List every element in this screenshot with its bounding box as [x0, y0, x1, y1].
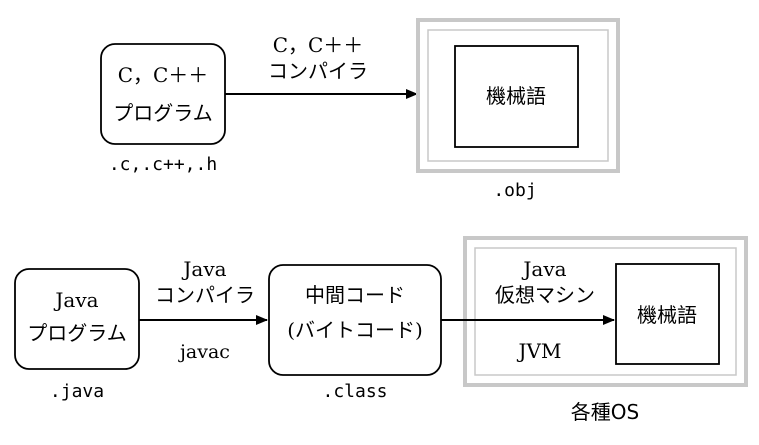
os-label: 各種OS — [571, 400, 639, 424]
c-compiler-label-line2: コンパイラ — [268, 59, 368, 83]
javac-command-label: javac — [178, 341, 230, 363]
class-extension: .class — [322, 381, 387, 402]
java-compiler-label-line2: コンパイラ — [155, 283, 255, 307]
c-program-label-line2: プログラム — [113, 101, 212, 125]
java-program-label-line1: Java — [53, 288, 98, 312]
jvm-label-line1: Java — [521, 257, 566, 281]
c-program-box — [100, 43, 226, 145]
c-program-label-line1: C，C＋＋ — [118, 63, 209, 87]
c-compiler-label-line1: C，C＋＋ — [273, 33, 364, 57]
java-program-box — [14, 268, 140, 370]
jvm-label-line2: 仮想マシン — [495, 283, 595, 307]
intermediate-code-label-line1: 中間コード — [305, 283, 405, 307]
jvm-abbreviation: JVM — [517, 339, 562, 363]
obj-extension: .obj — [493, 180, 536, 201]
intermediate-code-label-line2: (バイトコード) — [287, 318, 423, 342]
java-program-label-line2: プログラム — [27, 321, 126, 345]
c-machine-code-label: 機械語 — [486, 84, 546, 108]
c-source-extensions: .c,.c++,.h — [109, 154, 217, 175]
java-machine-code-label: 機械語 — [637, 303, 697, 327]
compilation-diagram: C，C＋＋ プログラム .c,.c++,.h C，C＋＋ コンパイラ 機械語 .… — [14, 18, 748, 424]
java-compiler-label-line1: Java — [181, 257, 226, 281]
java-source-extension: .java — [50, 381, 104, 402]
